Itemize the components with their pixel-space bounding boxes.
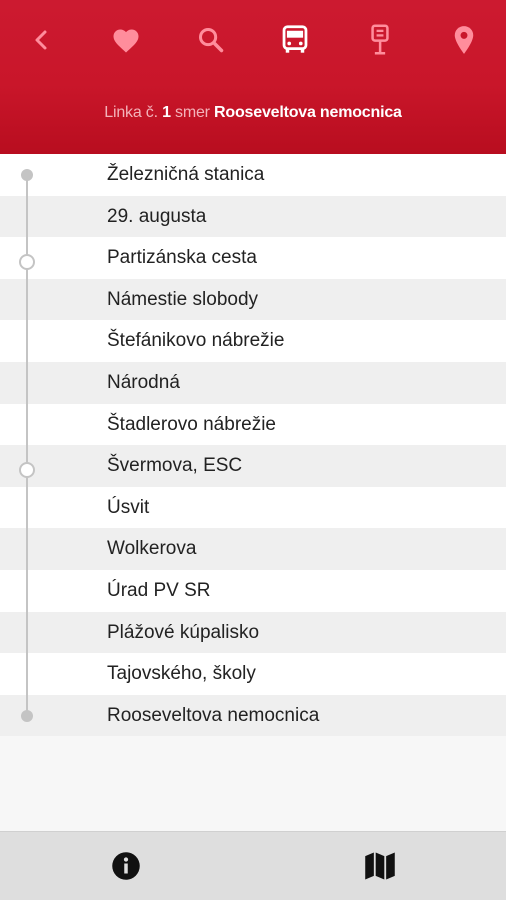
stop-name: Národná <box>107 371 180 393</box>
bottom-bar <box>0 831 506 900</box>
stop-row[interactable]: Štefánikovo nábrežie <box>0 320 506 362</box>
line-number: 1 <box>162 104 171 121</box>
route-title: Linka č. 1 smer Rooseveltova nemocnica <box>0 104 506 122</box>
transfer-stop-marker <box>19 253 35 270</box>
stop-row[interactable]: Plážové kúpalisko <box>0 611 506 654</box>
map-button[interactable] <box>360 846 400 886</box>
stop-row[interactable]: Tajovského, školy <box>0 653 506 695</box>
terminal-stop-marker <box>21 709 33 722</box>
favorites-button[interactable] <box>104 18 148 62</box>
stops-button[interactable] <box>358 18 402 62</box>
bus-stop-icon <box>371 24 389 55</box>
stop-row[interactable]: Úsvit <box>0 486 506 529</box>
stop-row[interactable]: Partizánska cesta <box>0 237 506 279</box>
stop-name: Železničná stanica <box>107 164 265 185</box>
direction-prefix: smer <box>175 104 210 121</box>
stop-name: Štadlerovo nábrežie <box>107 413 276 435</box>
stop-name: Švermova, ESC <box>107 455 243 477</box>
lines-button[interactable] <box>273 18 317 62</box>
map-pin-button[interactable] <box>442 18 486 62</box>
map-icon <box>365 852 395 880</box>
stop-name: Úrad PV SR <box>107 579 211 601</box>
back-arrow-icon <box>35 30 47 50</box>
map-pin-icon <box>454 26 474 54</box>
app-header: Linka č. 1 smer Rooseveltova nemocnica <box>0 0 506 154</box>
stop-list: Železničná stanica 29. augusta Partizánska… <box>0 154 506 737</box>
stop-row[interactable]: Rooseveltova nemocnica <box>0 694 506 737</box>
stop-row[interactable]: Wolkerova <box>0 528 506 570</box>
search-button[interactable] <box>189 18 233 62</box>
bus-icon <box>282 25 308 53</box>
stop-row[interactable]: Železničná stanica <box>0 154 506 196</box>
stop-row[interactable]: Štadlerovo nábrežie <box>0 403 506 446</box>
info-icon <box>112 852 140 880</box>
stop-row[interactable]: Švermova, ESC <box>0 445 506 487</box>
stop-name: Plážové kúpalisko <box>107 621 260 643</box>
stop-name: 29. augusta <box>107 205 207 227</box>
top-navigation <box>0 0 506 80</box>
line-prefix: Linka č. <box>104 104 158 121</box>
transfer-stop-marker <box>19 461 35 478</box>
search-icon <box>198 27 224 53</box>
stop-name: Námestie slobody <box>107 288 259 310</box>
destination-name: Rooseveltova nemocnica <box>214 104 402 121</box>
stop-row[interactable]: 29. augusta <box>0 195 506 238</box>
stop-name: Štefánikovo nábrežie <box>107 330 285 352</box>
stop-name: Partizánska cesta <box>107 247 257 269</box>
heart-icon <box>113 29 139 53</box>
stop-row[interactable]: Úrad PV SR <box>0 569 506 612</box>
stop-name: Rooseveltova nemocnica <box>107 704 320 726</box>
info-button[interactable] <box>106 846 146 886</box>
terminal-stop-marker <box>21 169 33 181</box>
stop-row[interactable]: Národná <box>0 361 506 404</box>
stop-name: Wolkerova <box>107 538 197 560</box>
stop-name: Úsvit <box>107 496 150 518</box>
stop-row[interactable]: Námestie slobody <box>0 278 506 321</box>
stop-name: Tajovského, školy <box>107 663 256 685</box>
back-button[interactable] <box>20 18 64 62</box>
